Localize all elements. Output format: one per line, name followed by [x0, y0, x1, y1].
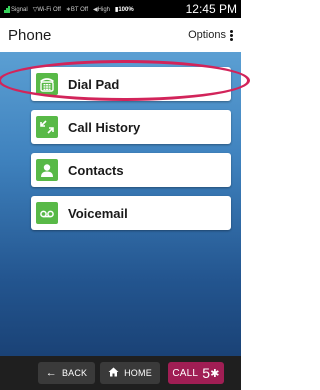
bluetooth-label: BT Off: [70, 6, 89, 13]
home-icon: [108, 367, 119, 380]
clock: 12:45 PM: [185, 2, 237, 16]
menu-item-voicemail[interactable]: Voicemail: [31, 196, 231, 230]
menu-item-label: Voicemail: [68, 205, 128, 221]
menu-item-call-history[interactable]: Call History: [31, 110, 231, 144]
call-button[interactable]: CALL 5 ✱: [168, 362, 224, 384]
menu-item-contacts[interactable]: Contacts: [31, 153, 231, 187]
battery-indicator: ▮100%: [115, 6, 134, 13]
signal-label: Signal: [11, 6, 28, 13]
back-button[interactable]: ← BACK: [38, 362, 95, 384]
home-label: HOME: [124, 368, 152, 378]
status-bar: Signal ▽Wi-Fi Off ∗BT Off ◀High ▮100% 12…: [0, 0, 241, 18]
call-history-arrows-icon: [36, 116, 58, 138]
options-label: Options: [188, 29, 226, 41]
app-header: Phone Options: [0, 18, 241, 52]
page-title: Phone: [8, 26, 52, 44]
call-number: 5: [202, 365, 211, 381]
wifi-label: Wi-Fi Off: [37, 6, 61, 13]
signal-indicator: Signal: [4, 5, 28, 13]
dialpad-phone-icon: [36, 73, 58, 95]
bluetooth-indicator: ∗BT Off: [66, 6, 88, 13]
voicemail-icon: [36, 202, 58, 224]
menu-item-label: Dial Pad: [68, 76, 120, 92]
back-arrow-icon: ←: [45, 367, 57, 379]
star-icon: ✱: [210, 367, 220, 380]
main-content: Dial Pad Call History Contacts Voicemail: [0, 52, 250, 356]
call-label: CALL: [172, 367, 199, 379]
contact-person-icon: [36, 159, 58, 181]
home-button[interactable]: HOME: [100, 362, 160, 384]
volume-indicator: ◀High: [93, 6, 110, 13]
bottom-nav-bar: ← BACK HOME CALL 5 ✱: [0, 356, 241, 390]
kebab-menu-icon: [230, 29, 233, 41]
menu-item-label: Contacts: [68, 162, 124, 178]
signal-bars-icon: [4, 5, 10, 13]
wifi-indicator: ▽Wi-Fi Off: [33, 6, 61, 13]
menu-item-dial-pad[interactable]: Dial Pad: [31, 67, 231, 101]
battery-label: 100%: [118, 6, 134, 13]
volume-label: High: [97, 6, 110, 13]
options-button[interactable]: Options: [188, 29, 233, 41]
menu-item-label: Call History: [68, 119, 141, 135]
back-label: BACK: [61, 368, 88, 378]
